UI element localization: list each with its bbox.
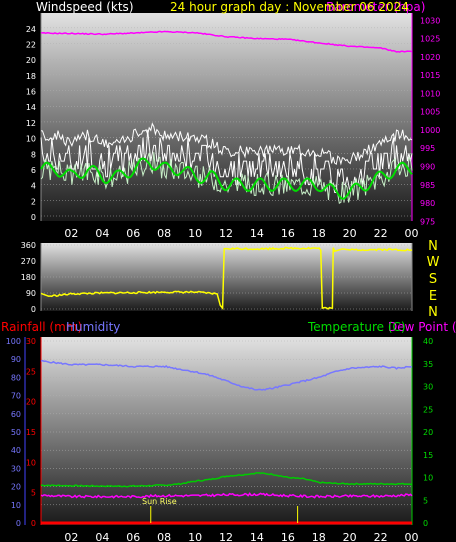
- baro-tick-1025: 1025: [420, 35, 440, 44]
- direction-letter-s: S: [429, 272, 437, 287]
- wind-tick-8: 8: [31, 150, 36, 159]
- humidity-tick-70: 70: [11, 392, 21, 401]
- climate-x-tick-00: 00: [405, 531, 419, 542]
- temp-tick-0: 0: [423, 519, 428, 528]
- humidity-axis-label: Humidity: [66, 320, 120, 334]
- baro-tick-995: 995: [420, 144, 435, 153]
- humidity-tick-90: 90: [11, 355, 21, 364]
- direction-letter-n-top: N: [428, 239, 438, 254]
- wind-x-tick-22: 22: [374, 227, 388, 240]
- wind-x-tick-10: 10: [188, 227, 202, 240]
- temp-tick-30: 30: [423, 383, 433, 392]
- direction-tick-360: 360: [21, 241, 36, 250]
- wind-x-tick-16: 16: [281, 227, 295, 240]
- humidity-tick-30: 30: [11, 464, 21, 473]
- humidity-tick-60: 60: [11, 410, 21, 419]
- temp-tick-10: 10: [423, 474, 433, 483]
- rain-tick-0: 0: [31, 519, 36, 528]
- wind-tick-16: 16: [26, 88, 36, 97]
- wind-tick-2: 2: [31, 197, 36, 206]
- climate-x-tick-22: 22: [374, 531, 388, 542]
- rain-tick-25: 25: [26, 367, 36, 376]
- humidity-tick-20: 20: [11, 483, 21, 492]
- humidity-tick-80: 80: [11, 373, 21, 382]
- rain-tick-5: 5: [31, 489, 36, 498]
- climate-x-tick-20: 20: [343, 531, 357, 542]
- rain-tick-15: 15: [26, 428, 36, 437]
- wind-tick-22: 22: [26, 41, 36, 50]
- baro-tick-990: 990: [420, 163, 435, 172]
- baro-tick-1010: 1010: [420, 89, 440, 98]
- humidity-tick-50: 50: [11, 428, 21, 437]
- temp-tick-25: 25: [423, 405, 433, 414]
- humidity-tick-10: 10: [11, 501, 21, 510]
- temp-tick-15: 15: [423, 451, 433, 460]
- wind-tick-0: 0: [31, 213, 36, 222]
- climate-x-tick-10: 10: [188, 531, 202, 542]
- wind-x-tick-06: 06: [126, 227, 140, 240]
- temp-tick-35: 35: [423, 360, 433, 369]
- climate-x-tick-04: 04: [95, 531, 109, 542]
- climate-x-tick-06: 06: [126, 531, 140, 542]
- direction-letter-n-bottom: N: [428, 305, 438, 320]
- temperature-axis-label: Temperature (C): [307, 320, 406, 334]
- sunrise-label: Sun Rise: [142, 497, 177, 506]
- rain-tick-20: 20: [26, 398, 36, 407]
- climate-x-tick-16: 16: [281, 531, 295, 542]
- rain-tick-10: 10: [26, 458, 36, 467]
- chart-title: 24 hour graph day : November 06 2024: [170, 0, 409, 14]
- baro-tick-1020: 1020: [420, 53, 440, 62]
- windspeed-axis-label: Windspeed (kts): [36, 0, 134, 14]
- baro-tick-985: 985: [420, 181, 435, 190]
- wind-x-tick-18: 18: [312, 227, 326, 240]
- wind-tick-4: 4: [31, 182, 36, 191]
- wind-tick-6: 6: [31, 166, 36, 175]
- wind-x-tick-04: 04: [95, 227, 109, 240]
- baro-tick-975: 975: [420, 217, 435, 226]
- direction-tick-90: 90: [26, 289, 36, 298]
- wind-tick-20: 20: [26, 56, 36, 65]
- wind-x-tick-02: 02: [64, 227, 78, 240]
- climate-x-tick-18: 18: [312, 531, 326, 542]
- temp-tick-5: 5: [423, 496, 428, 505]
- climate-x-tick-02: 02: [64, 531, 78, 542]
- humidity-tick-0: 0: [16, 519, 21, 528]
- wind-tick-24: 24: [26, 25, 36, 34]
- climate-x-tick-12: 12: [219, 531, 233, 542]
- wind-x-tick-08: 08: [157, 227, 171, 240]
- direction-tick-0: 0: [31, 305, 36, 314]
- direction-tick-180: 180: [21, 273, 36, 282]
- humidity-tick-40: 40: [11, 446, 21, 455]
- wind-tick-14: 14: [26, 103, 36, 112]
- direction-letter-w: W: [427, 255, 440, 270]
- rain-tick-30: 30: [26, 337, 36, 346]
- direction-tick-270: 270: [21, 257, 36, 266]
- wind-x-tick-20: 20: [343, 227, 357, 240]
- temp-tick-20: 20: [423, 428, 433, 437]
- wind-tick-10: 10: [26, 135, 36, 144]
- climate-x-tick-14: 14: [250, 531, 264, 542]
- climate-x-tick-08: 08: [157, 531, 171, 542]
- wind-tick-18: 18: [26, 72, 36, 81]
- baro-tick-1030: 1030: [420, 16, 440, 25]
- wind-tick-12: 12: [26, 119, 36, 128]
- wind-x-tick-12: 12: [219, 227, 233, 240]
- baro-tick-980: 980: [420, 199, 435, 208]
- wind-x-tick-00: 00: [405, 227, 419, 240]
- wind-x-tick-14: 14: [250, 227, 264, 240]
- baro-tick-1015: 1015: [420, 71, 440, 80]
- weather-chart: 0246810121416182022249759809859909951000…: [1, 0, 456, 542]
- baro-tick-1005: 1005: [420, 108, 440, 117]
- baro-tick-1000: 1000: [420, 126, 440, 135]
- direction-letter-e: E: [429, 289, 437, 304]
- temp-tick-40: 40: [423, 337, 433, 346]
- humidity-tick-100: 100: [6, 337, 21, 346]
